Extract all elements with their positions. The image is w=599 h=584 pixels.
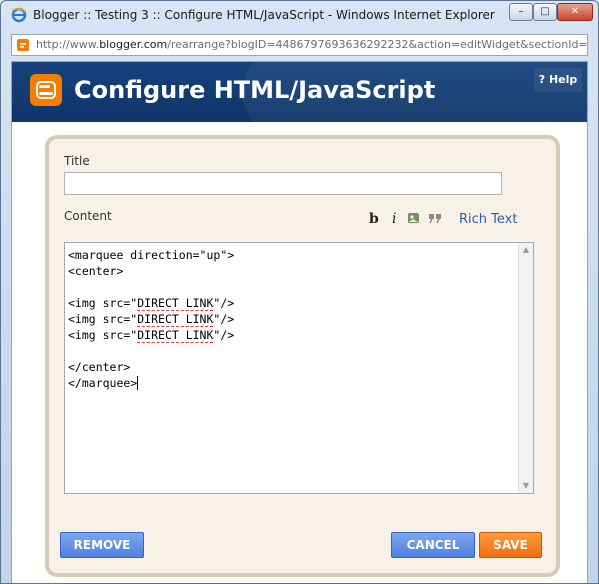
browser-window: Blogger :: Testing 3 :: Configure HTML/J… [0,0,599,584]
save-button[interactable]: SAVE [479,532,542,558]
title-label: Title [64,154,90,168]
bold-button[interactable]: b [369,211,379,227]
code-line: <img src="DIRECT LINK"/> [68,312,235,327]
title-input[interactable] [64,172,502,195]
address-bar[interactable]: http://www.blogger.com/rearrange?blogID=… [11,34,588,56]
code-line: <center> [68,264,124,278]
spelling-error-mark: DIRECT LINK [137,296,214,311]
scroll-down-icon[interactable]: ▼ [519,479,533,493]
text-caret [137,376,139,390]
italic-button[interactable]: i [392,211,396,227]
code-line: </center> [68,360,131,374]
page-title: Configure HTML/JavaScript [74,76,436,104]
insert-image-icon[interactable] [406,210,422,230]
title-bar: Blogger :: Testing 3 :: Configure HTML/J… [1,1,598,29]
editor-scrollbar[interactable]: ▲ ▼ [518,243,533,493]
url-domain: blogger.com [99,38,168,51]
spelling-error-mark: DIRECT LINK [137,312,214,327]
close-window-button[interactable]: ✕ [557,3,593,21]
cancel-button[interactable]: CANCEL [391,532,475,558]
window-title: Blogger :: Testing 3 :: Configure HTML/J… [33,8,495,22]
dialog-content: Configure HTML/JavaScript ? Help Title C… [11,61,588,583]
scroll-up-icon[interactable]: ▲ [519,243,533,257]
maximize-button[interactable]: □ [533,3,557,21]
code-line: </marquee> [68,376,139,390]
code-line: <marquee direction="up"> [68,248,235,262]
content-textarea[interactable]: <marquee direction="up"> <center> <img s… [64,242,534,494]
code-editor-text: <marquee direction="up"> <center> <img s… [68,247,234,391]
page-icon [15,37,31,55]
remove-button[interactable]: REMOVE [60,532,144,558]
url-prefix: http://www. [36,38,100,51]
code-line: <img src="DIRECT LINK"/> [68,296,235,311]
blogger-logo-icon [30,74,62,106]
internet-explorer-icon [11,7,27,27]
dialog-header: Configure HTML/JavaScript ? Help [12,62,587,122]
help-link[interactable]: ? Help [534,68,582,92]
content-label: Content [64,209,112,223]
rich-text-link[interactable]: Rich Text [459,212,517,227]
blockquote-icon[interactable] [427,210,443,230]
address-url: http://www.blogger.com/rearrange?blogID=… [36,35,588,55]
minimize-button[interactable]: – [509,3,533,21]
spelling-error-mark: DIRECT LINK [137,328,214,343]
url-rest: /rearrange?blogID=4486797693636292232&ac… [167,38,588,51]
code-line: <img src="DIRECT LINK"/> [68,328,235,343]
widget-form-panel: Title Content b i Rich Text <marquee dir… [45,135,560,577]
